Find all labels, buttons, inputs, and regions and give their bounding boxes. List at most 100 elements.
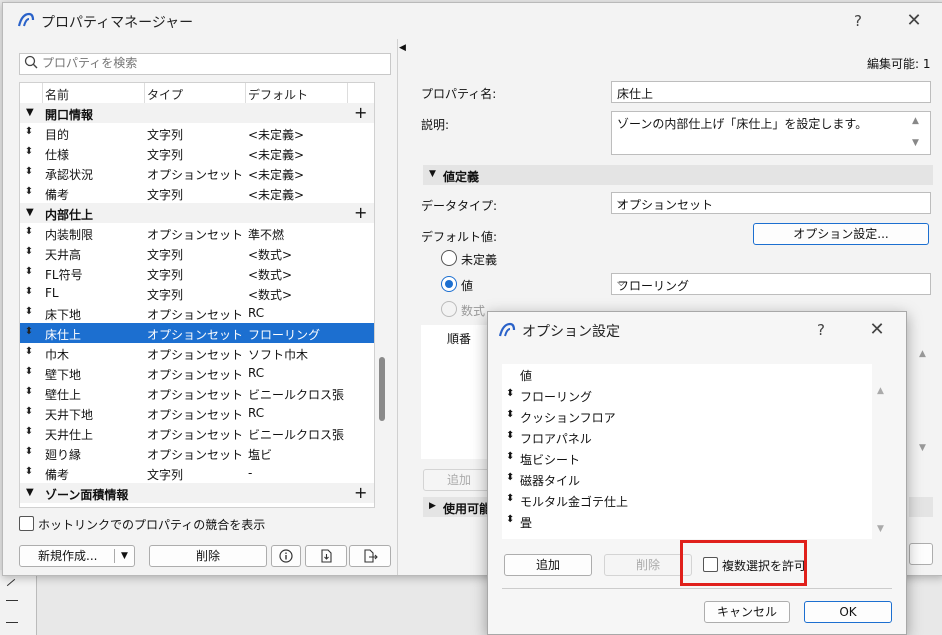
group-collapse-icon[interactable]: ▼ <box>26 207 34 218</box>
table-row[interactable]: ⬍ 床仕上 オプションセット フローリング <box>20 323 374 343</box>
delete-property-button[interactable]: 削除 <box>149 545 267 567</box>
table-row[interactable]: ⬍ FL符号 文字列 <数式> <box>20 263 374 283</box>
drag-handle-icon[interactable]: ⬍ <box>24 246 34 257</box>
drag-handle-icon[interactable]: ⬍ <box>24 426 34 437</box>
list-scrollbar[interactable] <box>379 357 385 421</box>
option-item[interactable]: ⬍ 塩ビシート <box>502 447 872 468</box>
column-name-header[interactable]: 名前 <box>45 86 69 103</box>
value-definition-section[interactable]: ▼ 値定義 <box>423 165 933 185</box>
drag-handle-icon[interactable]: ⬍ <box>24 166 34 177</box>
drag-handle-icon[interactable]: ⬍ <box>506 514 514 525</box>
drag-handle-icon[interactable]: ⬍ <box>24 346 34 357</box>
column-default-header[interactable]: デフォルト <box>248 86 308 103</box>
group-collapse-icon[interactable]: ▼ <box>26 487 34 498</box>
drag-handle-icon[interactable]: ⬍ <box>24 406 34 417</box>
option-settings-button[interactable]: オプション設定... <box>753 223 929 245</box>
cad-toolbox <box>0 570 37 635</box>
search-input[interactable] <box>42 55 382 71</box>
import-button[interactable] <box>305 545 347 567</box>
drag-handle-icon[interactable]: ⬍ <box>506 409 514 420</box>
scroll-down-icon[interactable]: ▼ <box>877 524 884 534</box>
option-item[interactable]: ⬍ フロアパネル <box>502 426 872 447</box>
scroll-up-icon[interactable]: ▲ <box>919 349 926 359</box>
help-button[interactable]: ? <box>843 6 873 36</box>
info-button[interactable] <box>271 545 301 567</box>
scroll-up-icon[interactable]: ▲ <box>877 386 884 396</box>
add-option-button[interactable]: 追加 <box>504 554 592 576</box>
radio-formula[interactable] <box>441 301 457 317</box>
drag-handle-icon[interactable]: ⬍ <box>506 472 514 483</box>
export-button[interactable] <box>349 545 391 567</box>
add-property-icon[interactable]: + <box>354 203 367 222</box>
chevron-down-icon[interactable]: ▼ <box>121 546 128 566</box>
table-row[interactable]: ⬍ 天井高 文字列 <数式> <box>20 243 374 263</box>
group-row[interactable]: ▼ ゾーン面積情報 + <box>20 483 374 503</box>
column-type-header[interactable]: タイプ <box>147 86 183 103</box>
drag-handle-icon[interactable]: ⬍ <box>506 493 514 504</box>
available-section[interactable]: ▶ 使用可能 <box>423 497 491 517</box>
scroll-down-icon[interactable]: ▼ <box>912 138 919 148</box>
delete-option-button[interactable]: 削除 <box>604 554 692 576</box>
drag-handle-icon[interactable]: ⬍ <box>24 286 34 297</box>
close-button[interactable]: ✕ <box>899 6 929 36</box>
table-row[interactable]: ⬍ 承認状況 オプションセット <未定義> <box>20 163 374 183</box>
add-button-partial[interactable]: 追加 <box>423 469 495 491</box>
table-row[interactable]: ⬍ 備考 文字列 - <box>20 463 374 483</box>
dialog-close-button[interactable]: ✕ <box>862 315 892 345</box>
ok-button-partial[interactable] <box>909 543 933 565</box>
table-row[interactable]: ⬍ 天井下地 オプションセット RC <box>20 403 374 423</box>
dialog-help-button[interactable]: ? <box>806 315 836 345</box>
table-row[interactable]: ⬍ 巾木 オプションセット ソフト巾木 <box>20 343 374 363</box>
drag-handle-icon[interactable]: ⬍ <box>24 146 34 157</box>
pane-divider[interactable] <box>397 39 398 575</box>
scroll-down-icon[interactable]: ▼ <box>919 443 926 453</box>
table-row[interactable]: ⬍ 床下地 オプションセット RC <box>20 303 374 323</box>
new-button[interactable]: 新規作成... ▼ <box>19 545 135 567</box>
group-collapse-icon[interactable]: ▼ <box>26 107 34 118</box>
scroll-up-icon[interactable]: ▲ <box>912 116 919 126</box>
search-field[interactable] <box>19 53 391 75</box>
drag-handle-icon[interactable]: ⬍ <box>24 266 34 277</box>
table-row[interactable]: ⬍ 内装制限 オプションセット 準不燃 <box>20 223 374 243</box>
drag-handle-icon[interactable]: ⬍ <box>506 451 514 462</box>
drag-handle-icon[interactable]: ⬍ <box>24 446 34 457</box>
add-property-icon[interactable]: + <box>354 103 367 122</box>
option-settings-dialog: オプション設定 ? ✕ 値 ⬍ フローリング ⬍ クッションフロア ⬍ フロアパネル ⬍ 塩ビ… <box>487 311 907 635</box>
data-type-dropdown[interactable]: オプションセット ⌵ <box>611 192 931 214</box>
table-row[interactable]: ⬍ 備考 文字列 <未定義> <box>20 183 374 203</box>
drag-handle-icon[interactable]: ⬍ <box>24 366 34 377</box>
table-row[interactable]: ⬍ 壁下地 オプションセット RC <box>20 363 374 383</box>
option-item[interactable]: ⬍ モルタル金ゴテ仕上 <box>502 489 872 510</box>
option-item[interactable]: ⬍ 磁器タイル <box>502 468 872 489</box>
table-row[interactable]: ⬍ 仕様 文字列 <未定義> <box>20 143 374 163</box>
drag-handle-icon[interactable]: ⬍ <box>24 306 34 317</box>
cancel-button[interactable]: キャンセル <box>704 601 790 623</box>
drag-handle-icon[interactable]: ⬍ <box>24 186 34 197</box>
hotlink-conflict-checkbox[interactable] <box>19 516 34 531</box>
property-name-field[interactable]: 床仕上 <box>611 81 931 103</box>
description-field[interactable]: ゾーンの内部仕上げ「床仕上」を設定します。 ▲ ▼ <box>611 111 931 155</box>
drag-handle-icon[interactable]: ⬍ <box>24 126 34 137</box>
radio-undefined[interactable] <box>441 250 457 266</box>
drag-handle-icon[interactable]: ⬍ <box>24 386 34 397</box>
radio-value[interactable] <box>441 276 457 292</box>
drag-handle-icon[interactable]: ⬍ <box>506 430 514 441</box>
option-item[interactable]: ⬍ フローリング <box>502 384 872 405</box>
drag-handle-icon[interactable]: ⬍ <box>506 388 514 399</box>
option-item[interactable]: ⬍ 畳 <box>502 510 872 531</box>
drag-handle-icon[interactable]: ⬍ <box>24 466 34 477</box>
table-row[interactable]: ⬍ 壁仕上 オプションセット ビニールクロス張 <box>20 383 374 403</box>
drag-handle-icon[interactable]: ⬍ <box>24 326 34 337</box>
group-row[interactable]: ▼ 内部仕上 + <box>20 203 374 223</box>
table-row[interactable]: ⬍ FL 文字列 <数式> <box>20 283 374 303</box>
ok-button[interactable]: OK <box>804 601 892 623</box>
drag-handle-icon[interactable]: ⬍ <box>24 226 34 237</box>
collapse-pane-icon[interactable]: ◀ <box>399 43 406 53</box>
add-property-icon[interactable]: + <box>354 483 367 502</box>
option-item[interactable]: ⬍ クッションフロア <box>502 405 872 426</box>
table-row[interactable]: ⬍ 目的 文字列 <未定義> <box>20 123 374 143</box>
table-row[interactable]: ⬍ 廻り縁 オプションセット 塩ビ <box>20 443 374 463</box>
group-row[interactable]: ▼ 開口情報 + <box>20 103 374 123</box>
table-row[interactable]: ⬍ 天井仕上 オプションセット ビニールクロス張 <box>20 423 374 443</box>
default-value-dropdown[interactable]: フローリング ⌵ <box>611 273 931 295</box>
